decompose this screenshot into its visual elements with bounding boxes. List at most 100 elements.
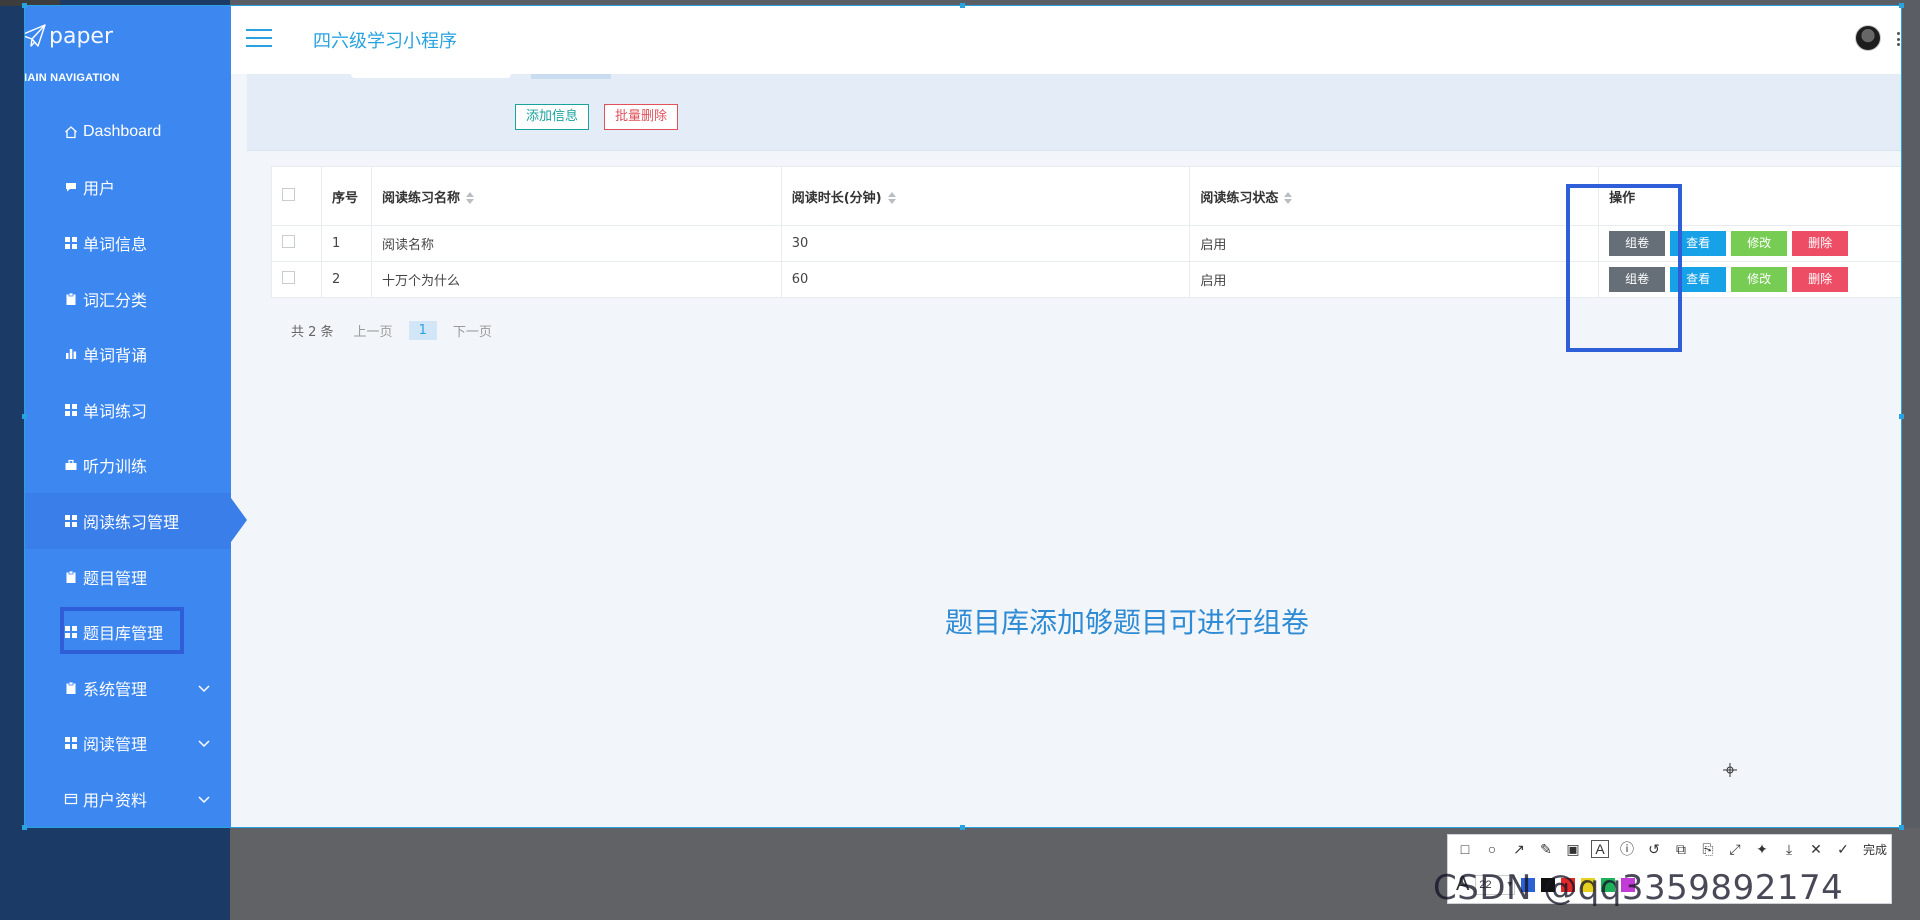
chevron-down-icon <box>198 685 210 692</box>
row-select-cell[interactable] <box>271 261 322 298</box>
delete-button[interactable]: 删除 <box>1792 267 1849 292</box>
delete-button[interactable]: 删除 <box>1792 231 1849 256</box>
edit-button[interactable]: 修改 <box>1731 267 1788 292</box>
download-icon[interactable]: ⤓ <box>1780 840 1798 858</box>
sidebar-item-user-profile[interactable]: 用户资料 <box>25 771 231 827</box>
assemble-button[interactable]: 组卷 <box>1609 267 1666 292</box>
row-duration: 60 <box>780 261 1191 298</box>
sidebar-item-label: Dashboard <box>83 122 162 140</box>
sidebar-item-label: 听力训练 <box>83 459 148 477</box>
check-icon[interactable]: ✓ <box>1834 840 1852 858</box>
sidebar-item-question-manage[interactable]: 题目管理 <box>25 549 231 605</box>
row-index: 2 <box>320 261 372 298</box>
brand-name: paper <box>49 23 113 49</box>
number-tool-icon[interactable]: ⓘ <box>1618 840 1636 858</box>
app-title: 四六级学习小程序 <box>313 31 457 51</box>
row-actions: 组卷 查看 修改 删除 <box>1598 225 1901 262</box>
clipboard-icon <box>64 570 78 584</box>
sidebar-item-reading-manage[interactable]: 阅读管理 <box>25 716 231 772</box>
bar-chart-icon <box>64 347 78 361</box>
active-item-pointer <box>231 498 247 542</box>
batch-delete-button[interactable]: 批量删除 <box>604 104 679 130</box>
prev-page-button[interactable]: 上一页 <box>354 321 393 340</box>
sidebar-item-reading-practice[interactable]: 阅读练习管理 <box>25 493 231 549</box>
sidebar-item-users[interactable]: 用户 <box>25 160 231 216</box>
sidebar-item-dashboard[interactable]: Dashboard <box>25 104 231 160</box>
sidebar-item-question-bank[interactable]: 题目库管理 <box>25 604 231 660</box>
sidebar-item-listening[interactable]: 听力训练 <box>25 438 231 494</box>
view-button[interactable]: 查看 <box>1670 231 1727 256</box>
selection-handle[interactable] <box>1899 414 1904 419</box>
sort-icon[interactable] <box>887 192 896 204</box>
select-all-checkbox[interactable] <box>282 187 295 201</box>
sidebar-item-label: 题目管理 <box>83 570 148 588</box>
selection-handle[interactable] <box>22 3 27 8</box>
crop-icon[interactable]: ⧉ <box>1672 840 1690 858</box>
sort-icon[interactable] <box>1284 192 1293 204</box>
grid-icon <box>64 736 78 750</box>
pin-icon[interactable]: ✦ <box>1753 840 1771 858</box>
brand-logo[interactable]: paper <box>25 16 113 56</box>
row-checkbox[interactable] <box>282 235 295 248</box>
annotation-note: 题目库添加够题目可进行组卷 <box>945 606 1310 639</box>
selection-handle[interactable] <box>22 414 27 419</box>
paper-plane-icon <box>25 24 46 47</box>
copy-icon[interactable]: ⎘ <box>1699 840 1717 858</box>
fullscreen-icon[interactable]: ⤢ <box>1726 840 1744 858</box>
sidebar-item-word-practice[interactable]: 单词练习 <box>25 382 231 438</box>
pagination-total: 共 2 条 <box>291 325 334 340</box>
select-all-cell[interactable] <box>271 166 322 226</box>
sort-icon[interactable] <box>465 192 474 204</box>
clipboard-icon <box>64 292 78 306</box>
more-options-icon[interactable] <box>1897 32 1901 46</box>
row-checkbox[interactable] <box>282 271 295 284</box>
grid-icon <box>64 403 78 417</box>
search-input-partial[interactable] <box>351 74 511 78</box>
nav-header: MAIN NAVIGATION <box>24 72 120 84</box>
chevron-down-icon <box>198 740 210 748</box>
sidebar-item-vocab-category[interactable]: 词汇分类 <box>25 271 231 327</box>
pen-tool-icon[interactable]: ✎ <box>1537 840 1555 858</box>
sidebar-item-label: 阅读管理 <box>83 737 148 755</box>
selection-handle[interactable] <box>22 825 27 830</box>
row-select-cell[interactable] <box>271 225 322 262</box>
sidebar-item-system[interactable]: 系统管理 <box>25 660 231 716</box>
sidebar-item-word-info[interactable]: 单词信息 <box>25 215 231 271</box>
sidebar-item-label: 单词信息 <box>83 236 148 254</box>
view-button[interactable]: 查看 <box>1670 267 1727 292</box>
chat-icon <box>64 180 78 194</box>
avatar[interactable] <box>1855 25 1881 51</box>
add-info-button[interactable]: 添加信息 <box>515 104 590 130</box>
page-number-button[interactable]: 1 <box>408 321 437 340</box>
selection-handle[interactable] <box>960 825 965 830</box>
selection-handle[interactable] <box>1899 825 1904 830</box>
grid-icon <box>64 514 78 528</box>
edit-button[interactable]: 修改 <box>1731 231 1788 256</box>
column-header[interactable]: 阅读练习名称 <box>370 166 782 226</box>
row-duration: 30 <box>780 225 1191 262</box>
column-header: 操作 <box>1598 166 1901 226</box>
column-header[interactable]: 阅读练习状态 <box>1189 166 1600 226</box>
search-button-partial[interactable] <box>531 74 611 79</box>
menu-toggle-icon[interactable] <box>246 29 272 49</box>
selection-handle[interactable] <box>1899 3 1904 8</box>
home-icon <box>64 125 78 139</box>
sidebar-item-word-recite[interactable]: 单词背诵 <box>25 326 231 382</box>
table-row: 2 十万个为什么 60 启用 组卷 查看 修改 删除 <box>271 261 1901 298</box>
arrow-tool-icon[interactable]: ↗ <box>1510 840 1528 858</box>
assemble-button[interactable]: 组卷 <box>1609 231 1666 256</box>
sidebar-item-label: 用户 <box>83 181 116 199</box>
row-actions: 组卷 查看 修改 删除 <box>1598 261 1901 298</box>
selection-handle[interactable] <box>960 3 965 8</box>
rectangle-tool-icon[interactable]: □ <box>1456 840 1474 858</box>
clipboard-icon <box>64 681 78 695</box>
ellipse-tool-icon[interactable]: ○ <box>1483 840 1501 858</box>
undo-icon[interactable]: ↺ <box>1645 840 1663 858</box>
table-header-row: 序号 阅读练习名称 阅读时长(分钟) 阅读练习状态 操作 <box>271 166 1901 226</box>
mosaic-tool-icon[interactable]: ▣ <box>1564 840 1582 858</box>
column-header[interactable]: 阅读时长(分钟) <box>780 166 1191 226</box>
text-tool-icon[interactable]: A <box>1591 840 1609 858</box>
close-icon[interactable]: ✕ <box>1807 840 1825 858</box>
snip-done-button[interactable]: 完成 <box>1863 841 1887 858</box>
next-page-button[interactable]: 下一页 <box>453 321 492 340</box>
